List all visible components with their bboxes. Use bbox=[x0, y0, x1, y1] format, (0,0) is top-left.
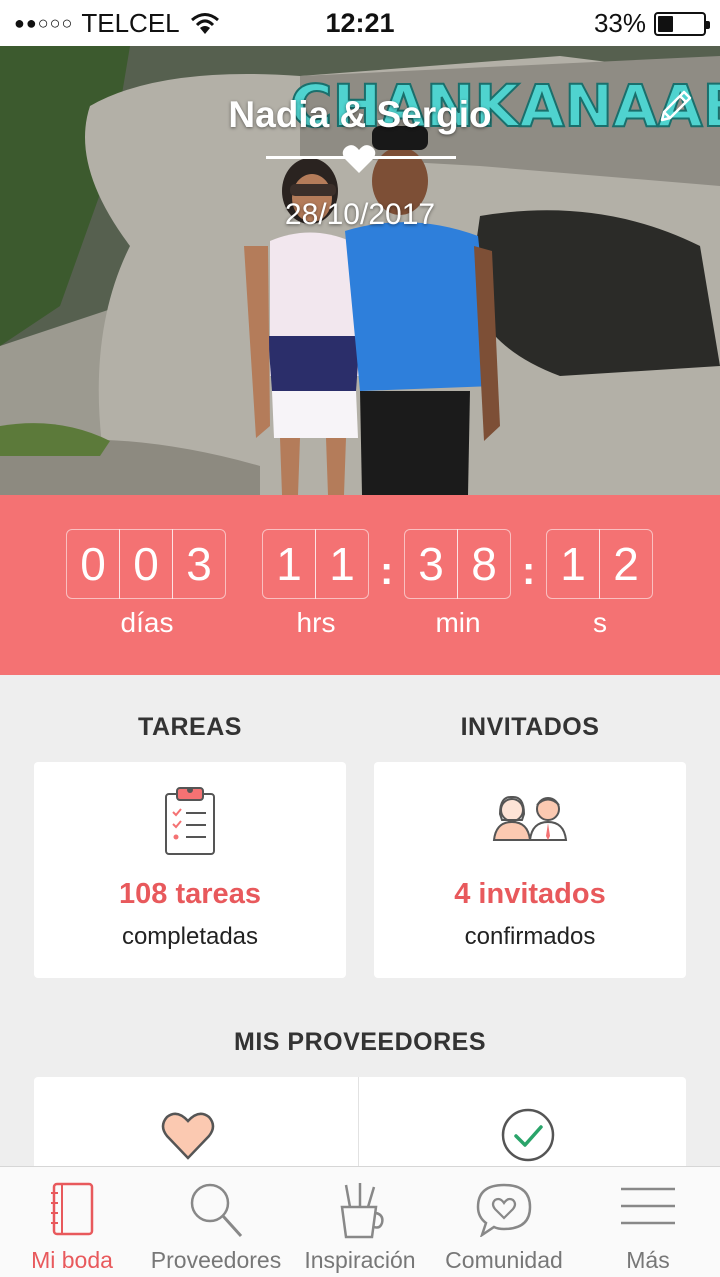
guests-count: 4 invitados bbox=[454, 878, 606, 910]
cover-photo[interactable]: CHANKANAAB Nadia & Sergio 28/10/2017 bbox=[0, 46, 720, 495]
clipboard-checklist-icon bbox=[165, 787, 215, 855]
seconds-digit: 2 bbox=[599, 529, 653, 599]
tasks-subtitle: completadas bbox=[121, 923, 259, 950]
days-digit: 3 bbox=[172, 529, 226, 599]
tab-label: Inspiración bbox=[304, 1247, 416, 1273]
notebook-icon bbox=[51, 1182, 94, 1236]
days-label: días bbox=[120, 607, 174, 638]
days-digit: 0 bbox=[119, 529, 173, 599]
guests-section-title: INVITADOS bbox=[460, 713, 600, 741]
tab-label: Mi boda bbox=[31, 1247, 113, 1273]
days-counter: 0 0 3 bbox=[66, 529, 226, 599]
minutes-digit: 3 bbox=[404, 529, 458, 599]
tab-label: Más bbox=[626, 1247, 670, 1273]
vendors-divider bbox=[358, 1077, 359, 1177]
minutes-counter: 3 8 bbox=[404, 529, 511, 599]
seconds-digit: 1 bbox=[546, 529, 600, 599]
battery-icon bbox=[654, 11, 710, 36]
tab-comunidad[interactable]: Comunidad bbox=[432, 1167, 576, 1277]
time-separator: : bbox=[380, 549, 394, 593]
search-icon bbox=[190, 1183, 243, 1238]
hours-label: hrs bbox=[296, 607, 336, 638]
tab-mas[interactable]: Más bbox=[576, 1167, 720, 1277]
bottom-tab-bar: Mi boda Proveedores Inspiración Comunida… bbox=[0, 1166, 720, 1277]
minutes-digit: 8 bbox=[457, 529, 511, 599]
status-bar: ●●○○○ TELCEL 12:21 33% bbox=[0, 0, 720, 46]
tab-label: Comunidad bbox=[445, 1247, 563, 1273]
check-circle-icon[interactable] bbox=[500, 1107, 556, 1163]
vendors-section-title: MIS PROVEEDORES bbox=[234, 1028, 486, 1056]
tab-proveedores[interactable]: Proveedores bbox=[144, 1167, 288, 1277]
battery-info: 33% bbox=[593, 8, 710, 39]
hours-digit: 1 bbox=[262, 529, 316, 599]
heart-icon bbox=[342, 145, 376, 173]
pencil-icon[interactable] bbox=[654, 86, 696, 128]
tasks-section-title: TAREAS bbox=[138, 713, 242, 741]
days-digit: 0 bbox=[66, 529, 120, 599]
battery-percent: 33% bbox=[593, 8, 646, 38]
chat-heart-icon bbox=[476, 1183, 532, 1237]
time-separator: : bbox=[522, 549, 536, 593]
vendors-card[interactable] bbox=[34, 1077, 686, 1177]
hours-counter: 1 1 bbox=[262, 529, 369, 599]
pencil-cup-icon bbox=[340, 1183, 384, 1239]
tab-mi-boda[interactable]: Mi boda bbox=[0, 1167, 144, 1277]
battery-fill bbox=[658, 15, 673, 32]
tab-inspiracion[interactable]: Inspiración bbox=[288, 1167, 432, 1277]
minutes-label: min bbox=[435, 607, 481, 638]
tab-label: Proveedores bbox=[150, 1247, 282, 1273]
menu-icon bbox=[621, 1187, 675, 1225]
hours-digit: 1 bbox=[315, 529, 369, 599]
couple-icon bbox=[492, 795, 568, 841]
wedding-countdown: 0 0 3 1 1 : 3 8 : 1 2 días hrs min s bbox=[0, 495, 720, 675]
guests-subtitle: confirmados bbox=[464, 923, 596, 950]
seconds-label: s bbox=[593, 607, 607, 638]
tasks-count: 108 tareas bbox=[119, 878, 261, 910]
guests-card[interactable]: 4 invitados confirmados bbox=[374, 762, 686, 978]
tasks-card[interactable]: 108 tareas completadas bbox=[34, 762, 346, 978]
couple-names: Nadia & Sergio bbox=[228, 94, 492, 135]
heart-icon[interactable] bbox=[160, 1109, 216, 1161]
wedding-date: 28/10/2017 bbox=[284, 198, 436, 231]
seconds-counter: 1 2 bbox=[546, 529, 653, 599]
